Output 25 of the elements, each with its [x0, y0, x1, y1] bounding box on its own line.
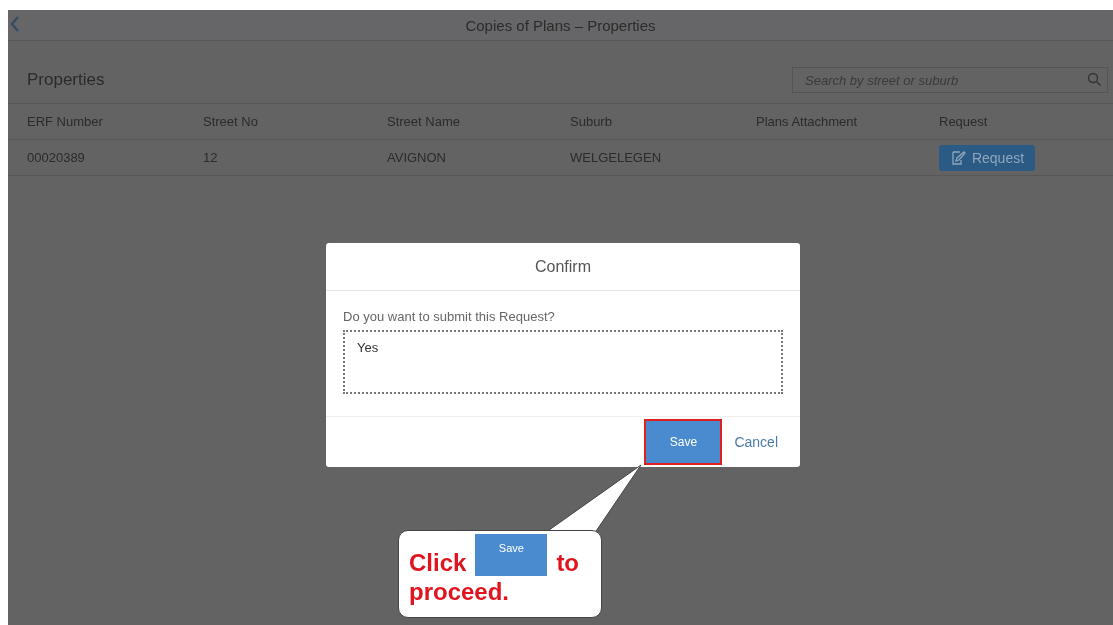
table-cell-text: 12 [203, 150, 219, 165]
column-header: Suburb [570, 114, 613, 129]
callout-text: proceed. [409, 578, 511, 607]
request-button[interactable]: Request [939, 144, 1035, 171]
answer-field[interactable]: Yes [343, 330, 783, 394]
table-cell-text: 00020389 [27, 150, 86, 165]
table-cell-text: WELGELEGEN [570, 150, 663, 165]
column-header: Street No [203, 114, 259, 129]
page-title: Copies of Plans – Properties [465, 16, 656, 34]
table-cell-text: AVIGNON [387, 150, 447, 165]
save-button[interactable]: Save [644, 419, 723, 465]
column-header: Request [939, 114, 989, 129]
edit-icon [949, 149, 966, 166]
save-button-image: Save [475, 534, 548, 576]
callout-text: to [556, 549, 580, 578]
column-header: Street Name [387, 114, 461, 129]
search-icon[interactable] [1087, 72, 1102, 87]
column-header: Plans Attachment [756, 114, 859, 129]
section-title: Properties [27, 70, 105, 90]
callout-text: Click [409, 549, 467, 578]
column-header: ERF Number [27, 114, 104, 129]
cancel-button[interactable]: Cancel [728, 419, 784, 465]
dialog-prompt: Do you want to submit this Request? [343, 309, 556, 324]
dialog-title: Confirm [326, 243, 800, 291]
back-icon[interactable] [10, 16, 20, 32]
